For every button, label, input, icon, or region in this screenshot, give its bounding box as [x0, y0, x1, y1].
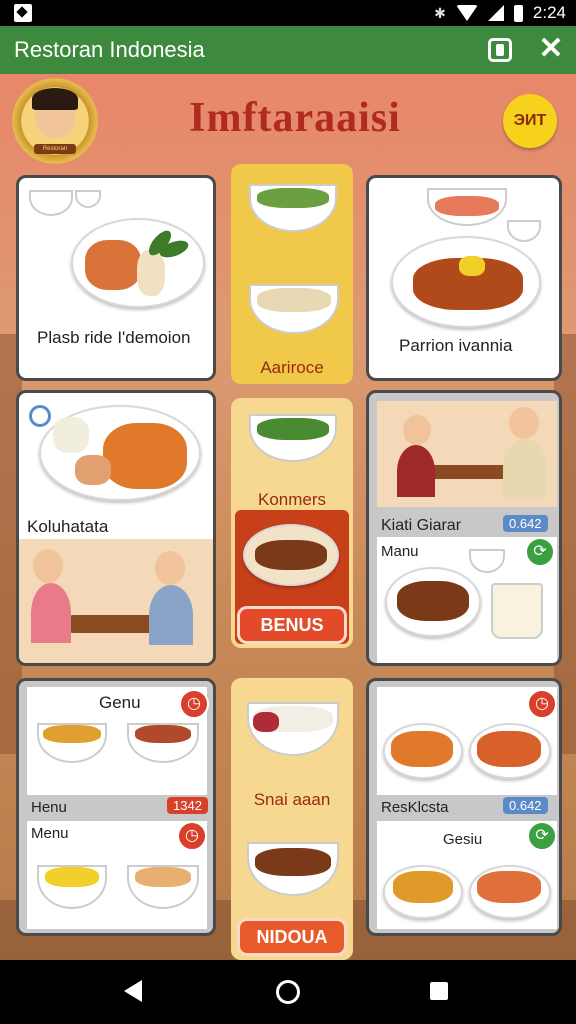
- salad: [435, 196, 499, 216]
- menu-card-bottom-right[interactable]: ◷ ResKlcsta 0.642 Gesiu ⟳: [366, 678, 562, 936]
- fried-chicken: [103, 423, 187, 489]
- close-icon[interactable]: ✕: [536, 34, 566, 64]
- navigation-bar: [0, 960, 576, 1024]
- menu-label: Menu: [31, 825, 69, 842]
- app-bar: Restoran Indonesia ✕: [0, 26, 576, 74]
- card-caption: Parrion ivannia: [399, 336, 513, 355]
- timer-icon[interactable]: ◷: [527, 689, 557, 719]
- menu-panel: Menu ◷: [27, 821, 207, 929]
- timer-icon[interactable]: ◷: [179, 689, 209, 719]
- status-icons: ✱ 2:24: [434, 3, 566, 23]
- curry: [477, 731, 541, 767]
- card-caption: Koluhatata: [27, 517, 109, 536]
- refresh-icon[interactable]: ⟳: [525, 537, 555, 567]
- menu-label: Manu: [381, 543, 419, 560]
- price-tag: 0.642: [503, 515, 548, 532]
- customer: [31, 583, 71, 643]
- dining-scene: [19, 539, 213, 663]
- bluetooth-icon: ✱: [434, 4, 446, 21]
- bonus-button[interactable]: BENUS: [237, 606, 347, 644]
- signal-icon: [487, 5, 504, 21]
- menu-label: Henu: [31, 799, 67, 816]
- menu-panel: Manu ⟳: [377, 537, 557, 663]
- center-label: Snai aaan: [253, 790, 331, 809]
- game-title: Imftaraaisi: [189, 95, 401, 141]
- customer-head: [403, 415, 431, 445]
- center-panel-mid: Konmers BENUS: [231, 398, 353, 648]
- side-dish: [253, 712, 279, 732]
- info-icon[interactable]: [29, 405, 51, 427]
- status-bar: ✱ 2:24: [0, 0, 576, 26]
- egg: [459, 256, 485, 276]
- card-caption: Plasb ride I'demoion: [37, 328, 191, 347]
- menu-panel: Gesiu ⟳: [377, 821, 557, 929]
- menu-panel: Genu ◷: [27, 687, 209, 795]
- clock: 2:24: [532, 3, 566, 22]
- center-panel-bottom: Snai aaan NIDOUA: [231, 678, 353, 960]
- avatar-hair: [32, 88, 78, 110]
- wifi-icon: [455, 5, 478, 21]
- battery-icon: [513, 4, 523, 22]
- window-icon[interactable]: [488, 38, 512, 62]
- drink-glass: [491, 583, 543, 639]
- center-label: Konmers: [257, 490, 327, 509]
- fried-dish: [393, 871, 453, 903]
- customer-head: [155, 551, 185, 585]
- fried-dish: [477, 871, 541, 903]
- card-caption: Kiati Giarar: [381, 517, 462, 534]
- dining-scene: [377, 401, 557, 507]
- menu-card-mid-right[interactable]: Kiati Giarar 0.642 Manu ⟳: [366, 390, 562, 666]
- side-dish: [75, 455, 111, 485]
- timer-icon[interactable]: ◷: [177, 821, 207, 851]
- fried-food: [85, 240, 141, 290]
- customer-head: [509, 407, 539, 439]
- price-tag: 1342: [167, 797, 208, 814]
- menu-card-top-left[interactable]: Plasb ride I'demoion: [16, 175, 216, 381]
- back-icon[interactable]: [124, 980, 142, 1002]
- coin-button[interactable]: ЭИТ: [503, 94, 557, 148]
- tofu: [137, 250, 165, 296]
- rice-dish: [257, 288, 331, 312]
- menu-button[interactable]: NIDOUA: [237, 918, 347, 956]
- card-caption: Genu: [99, 693, 141, 712]
- curry: [255, 848, 331, 876]
- home-icon[interactable]: [276, 980, 300, 1004]
- price-tag: 0.642: [503, 797, 548, 814]
- refresh-icon[interactable]: ⟳: [527, 821, 557, 851]
- recent-apps-icon[interactable]: [430, 982, 448, 1000]
- menu-label: ResKlcsta: [381, 799, 449, 816]
- curry: [135, 867, 191, 887]
- player-avatar[interactable]: Restoran: [12, 78, 98, 164]
- menu-panel: ◷: [377, 687, 557, 795]
- vegetables: [257, 418, 329, 440]
- notification-icon: [14, 4, 32, 22]
- app-title: Restoran Indonesia: [14, 37, 205, 62]
- center-label: Aariroce: [260, 358, 324, 377]
- sauce-bowl: [507, 220, 541, 242]
- menu-label: Gesiu: [443, 831, 483, 848]
- game-area: Restoran Imftaraaisi ЭИТ Plasb ride I'de…: [0, 74, 576, 960]
- avatar-name: Restoran: [34, 144, 76, 154]
- curry: [45, 867, 99, 887]
- sauce-bowl: [75, 190, 101, 208]
- center-panel-top: Aariroce: [231, 164, 353, 384]
- menu-card-mid-left[interactable]: Koluhatata: [16, 390, 216, 666]
- customer-head: [33, 549, 63, 583]
- meat-dish: [255, 540, 327, 570]
- customer: [503, 439, 547, 497]
- vegetables: [43, 725, 101, 743]
- satay: [397, 581, 469, 621]
- menu-card-top-right[interactable]: Parrion ivannia: [366, 175, 562, 381]
- curry: [135, 725, 191, 743]
- rice: [53, 417, 89, 453]
- sauce-bowl: [469, 549, 505, 573]
- fried-fish: [391, 731, 453, 767]
- sauce-bowl: [29, 190, 73, 216]
- customer: [149, 585, 193, 645]
- vegetables: [257, 188, 329, 208]
- customer: [397, 445, 435, 497]
- menu-card-bottom-left[interactable]: Genu ◷ Henu 1342 Menu ◷: [16, 678, 216, 936]
